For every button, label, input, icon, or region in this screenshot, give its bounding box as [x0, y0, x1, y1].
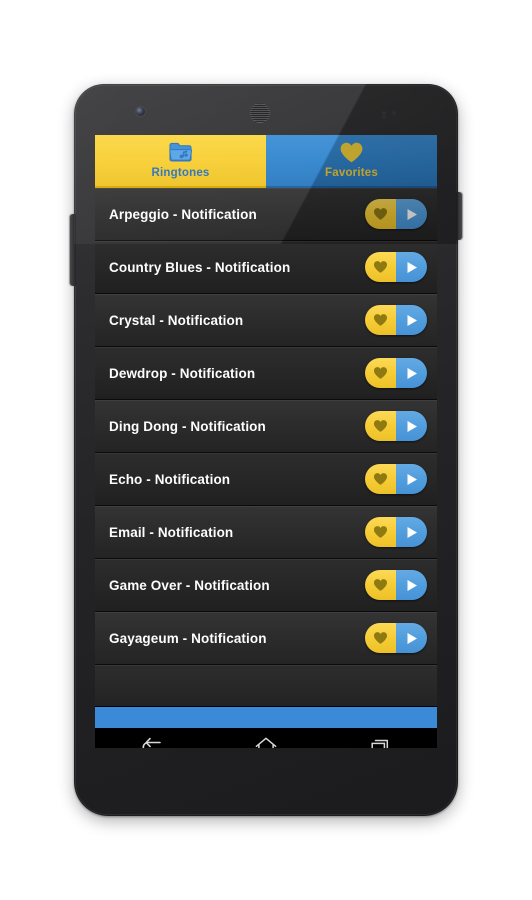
row-actions: [365, 199, 427, 229]
ringtone-title: Gayageum - Notification: [109, 630, 267, 646]
row-actions: [365, 252, 427, 282]
ringtone-title: Dewdrop - Notification: [109, 365, 256, 381]
play-button[interactable]: [396, 199, 427, 229]
volume-rocker-button[interactable]: [70, 214, 76, 286]
ringtone-title: Crystal - Notification: [109, 312, 244, 328]
list-item[interactable]: Gayageum - Notification: [95, 612, 437, 665]
play-button[interactable]: [396, 517, 427, 547]
android-nav-bar: [95, 729, 437, 748]
row-actions: [365, 517, 427, 547]
ad-banner[interactable]: [95, 706, 437, 729]
row-actions: [365, 464, 427, 494]
power-button[interactable]: [456, 192, 462, 240]
play-button[interactable]: [396, 252, 427, 282]
favorite-button[interactable]: [365, 464, 396, 494]
nav-home-button[interactable]: [240, 732, 292, 748]
tab-favorites-label: Favorites: [325, 167, 378, 179]
play-button[interactable]: [396, 623, 427, 653]
list-item[interactable]: Ding Dong - Notification: [95, 400, 437, 453]
phone-device: Ringtones Favorites Arpeggio - Notificat…: [70, 84, 462, 816]
recent-apps-icon: [368, 736, 392, 748]
favorite-button[interactable]: [365, 252, 396, 282]
home-icon: [254, 736, 278, 748]
folder-music-icon: [168, 139, 193, 165]
play-button[interactable]: [396, 464, 427, 494]
list-item[interactable]: Echo - Notification: [95, 453, 437, 506]
ringtone-title: Game Over - Notification: [109, 577, 270, 593]
ringtone-title: Echo - Notification: [109, 471, 231, 487]
tab-bar: Ringtones Favorites: [95, 135, 437, 188]
play-button[interactable]: [396, 411, 427, 441]
proximity-sensor-icon: [382, 111, 410, 119]
back-arrow-icon: [140, 737, 164, 748]
list-item[interactable]: Game Over - Notification: [95, 559, 437, 612]
favorite-button[interactable]: [365, 199, 396, 229]
play-button[interactable]: [396, 570, 427, 600]
front-camera-icon: [136, 107, 145, 116]
list-item[interactable]: Crystal - Notification: [95, 294, 437, 347]
nav-back-button[interactable]: [126, 732, 178, 748]
favorite-button[interactable]: [365, 411, 396, 441]
favorite-button[interactable]: [365, 305, 396, 335]
heart-icon: [339, 139, 364, 165]
nav-recents-button[interactable]: [354, 732, 406, 748]
ringtone-list[interactable]: Arpeggio - Notification Country Blues - …: [95, 188, 437, 706]
favorite-button[interactable]: [365, 517, 396, 547]
tab-ringtones-label: Ringtones: [151, 167, 210, 179]
ringtone-title: Ding Dong - Notification: [109, 418, 266, 434]
list-item-partial[interactable]: [95, 665, 437, 706]
play-button[interactable]: [396, 305, 427, 335]
list-item[interactable]: Email - Notification: [95, 506, 437, 559]
favorite-button[interactable]: [365, 358, 396, 388]
ringtone-title: Email - Notification: [109, 524, 234, 540]
list-item[interactable]: Dewdrop - Notification: [95, 347, 437, 400]
favorite-button[interactable]: [365, 623, 396, 653]
row-actions: [365, 570, 427, 600]
row-actions: [365, 411, 427, 441]
phone-screen: Ringtones Favorites Arpeggio - Notificat…: [95, 135, 437, 748]
ringtone-title: Country Blues - Notification: [109, 259, 291, 275]
row-actions: [365, 305, 427, 335]
row-actions: [365, 623, 427, 653]
ringtone-title: Arpeggio - Notification: [109, 206, 257, 222]
earpiece-speaker-icon: [250, 103, 270, 123]
row-actions: [365, 358, 427, 388]
list-item[interactable]: Country Blues - Notification: [95, 241, 437, 294]
favorite-button[interactable]: [365, 570, 396, 600]
tab-ringtones[interactable]: Ringtones: [95, 135, 266, 188]
play-button[interactable]: [396, 358, 427, 388]
tab-favorites[interactable]: Favorites: [266, 135, 437, 188]
list-item[interactable]: Arpeggio - Notification: [95, 188, 437, 241]
